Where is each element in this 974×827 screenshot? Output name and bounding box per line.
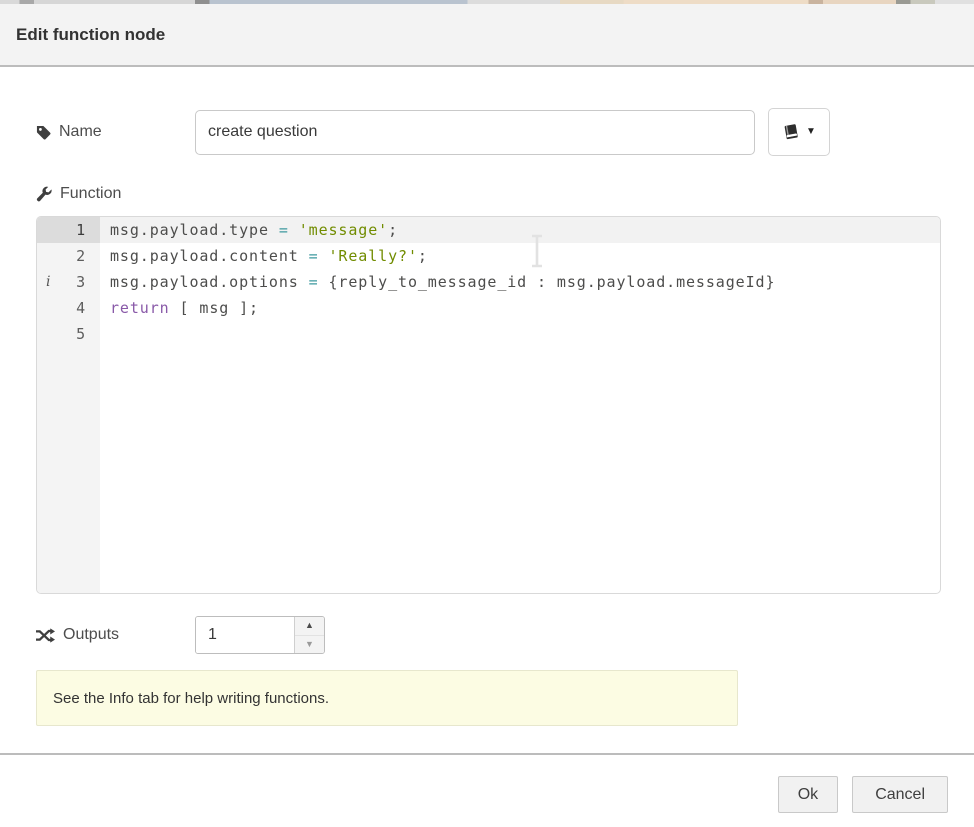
library-dropdown-button[interactable]: ▼ [768,108,830,156]
spinner-buttons: ▲ ▼ [294,617,324,653]
function-label-row: Function [36,182,941,206]
dialog-body: Name ▼ [0,108,974,726]
code-line-text[interactable]: msg.payload.type = 'message'; [100,217,940,243]
outputs-spinner: ▲ ▼ [195,616,325,654]
tag-icon [36,125,51,140]
gutter-line-number: 1 [37,217,100,243]
code-line-text[interactable] [100,321,940,347]
name-label-text: Name [59,123,102,141]
gutter-line-number: 2 [37,243,100,269]
shuffle-icon [36,628,55,643]
code-line-text[interactable]: return [ msg ]; [100,295,940,321]
code-line[interactable]: i3msg.payload.options = {reply_to_messag… [37,269,940,295]
outputs-row: Outputs ▲ ▼ [36,616,941,654]
code-line[interactable]: 4 return [ msg ]; [37,295,940,321]
gutter-line-number: 5 [37,321,100,347]
name-label: Name [36,123,195,141]
code-line[interactable]: 5 [37,321,940,347]
name-row: Name ▼ [36,108,941,156]
dialog-title: Edit function node [16,25,165,45]
outputs-input[interactable] [196,617,294,653]
wrench-icon [36,186,52,202]
line-number-text: 2 [76,247,86,265]
ok-button[interactable]: Ok [778,776,838,813]
info-tip-text: See the Info tab for help writing functi… [53,690,329,707]
cancel-button[interactable]: Cancel [852,776,948,813]
annotation-info-icon: i [46,269,51,295]
spinner-up-button[interactable]: ▲ [295,617,324,635]
line-number-text: 3 [76,273,86,291]
dialog-footer: Ok Cancel [0,753,974,813]
gutter-line-number: 4 [37,295,100,321]
book-icon [782,123,800,141]
name-input[interactable] [195,110,755,155]
code-line-text[interactable]: msg.payload.content = 'Really?'; [100,243,940,269]
function-label-text: Function [60,185,121,203]
code-line-text[interactable]: msg.payload.options = {reply_to_message_… [100,269,940,295]
edit-function-node-dialog: Edit function node Name [0,4,974,813]
editor-lines: 1 msg.payload.type = 'message'; 2 msg.paylo… [37,217,940,347]
code-editor[interactable]: 1 msg.payload.type = 'message'; 2 msg.paylo… [36,216,941,594]
line-number-text: 5 [76,325,86,343]
line-number-text: 1 [76,221,86,239]
spinner-down-button[interactable]: ▼ [295,635,324,654]
code-line[interactable]: 2 msg.payload.content = 'Really?'; [37,243,940,269]
line-number-text: 4 [76,299,86,317]
info-tip: See the Info tab for help writing functi… [36,670,738,726]
code-line[interactable]: 1 msg.payload.type = 'message'; [37,217,940,243]
dialog-header: Edit function node [0,4,974,67]
gutter-line-number: i3 [37,269,100,295]
function-label: Function [36,185,195,203]
outputs-label: Outputs [36,626,195,644]
outputs-label-text: Outputs [63,626,119,644]
caret-down-icon: ▼ [806,127,816,137]
